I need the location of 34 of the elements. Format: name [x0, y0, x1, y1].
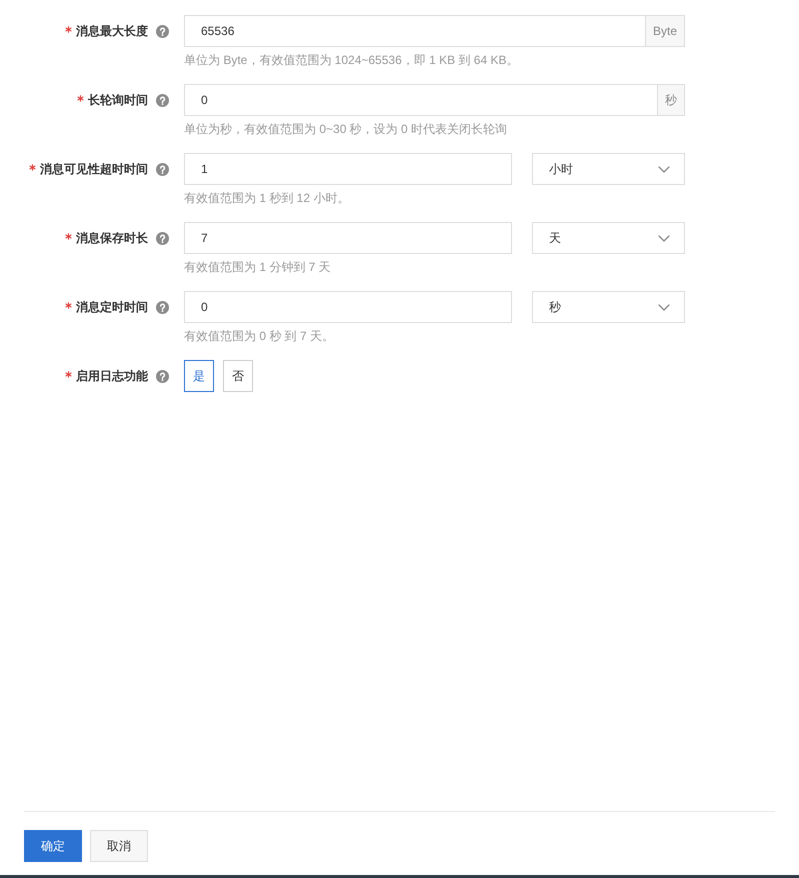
field-label: 启用日志功能: [76, 368, 148, 384]
help-icon[interactable]: [156, 94, 169, 106]
input-field[interactable]: 1: [184, 153, 512, 185]
chevron-down-icon: [658, 234, 670, 242]
hint-text: 单位为秒，有效值范围为 0~30 秒，设为 0 时代表关闭长轮询: [184, 121, 508, 137]
help-icon[interactable]: [156, 162, 169, 176]
hint-text: 有效值范围为 0 秒 到 7 天。: [184, 328, 336, 344]
unit-addon: Byte: [646, 15, 685, 47]
help-icon[interactable]: [156, 24, 169, 38]
chevron-down-icon: [658, 166, 670, 172]
option-button[interactable]: 是: [184, 360, 214, 392]
hint-text: 有效值范围为 1 分钟到 7 天: [184, 259, 332, 275]
input-field[interactable]: 65536: [184, 15, 646, 47]
chevron-down-icon: [658, 304, 670, 310]
hint-text: 有效值范围为 1 秒到 12 小时。: [184, 190, 350, 206]
field-label: 长轮询时间: [88, 92, 148, 108]
hint-text: 单位为 Byte，有效值范围为 1024~65536，即 1 KB 到 64 KB。: [184, 52, 520, 68]
input-field[interactable]: 0: [184, 84, 658, 116]
help-icon[interactable]: [156, 370, 169, 382]
cancel-button[interactable]: 取消: [90, 830, 148, 862]
input-field[interactable]: 0: [184, 291, 512, 323]
option-button[interactable]: 否: [223, 360, 253, 392]
unit-addon: 秒: [658, 84, 685, 116]
field-label: 消息保存时长: [76, 230, 148, 246]
input-field[interactable]: 7: [184, 222, 512, 254]
help-icon[interactable]: [156, 300, 169, 314]
field-label: 消息可见性超时时间: [40, 160, 148, 178]
unit-dropdown[interactable]: 秒: [532, 291, 685, 323]
help-icon[interactable]: [156, 232, 169, 244]
confirm-button[interactable]: 确定: [24, 830, 82, 862]
field-label: 消息最大长度: [76, 22, 148, 40]
unit-dropdown[interactable]: 天: [532, 222, 685, 254]
field-label: 消息定时时间: [76, 298, 148, 316]
unit-dropdown[interactable]: 小时: [532, 153, 685, 185]
